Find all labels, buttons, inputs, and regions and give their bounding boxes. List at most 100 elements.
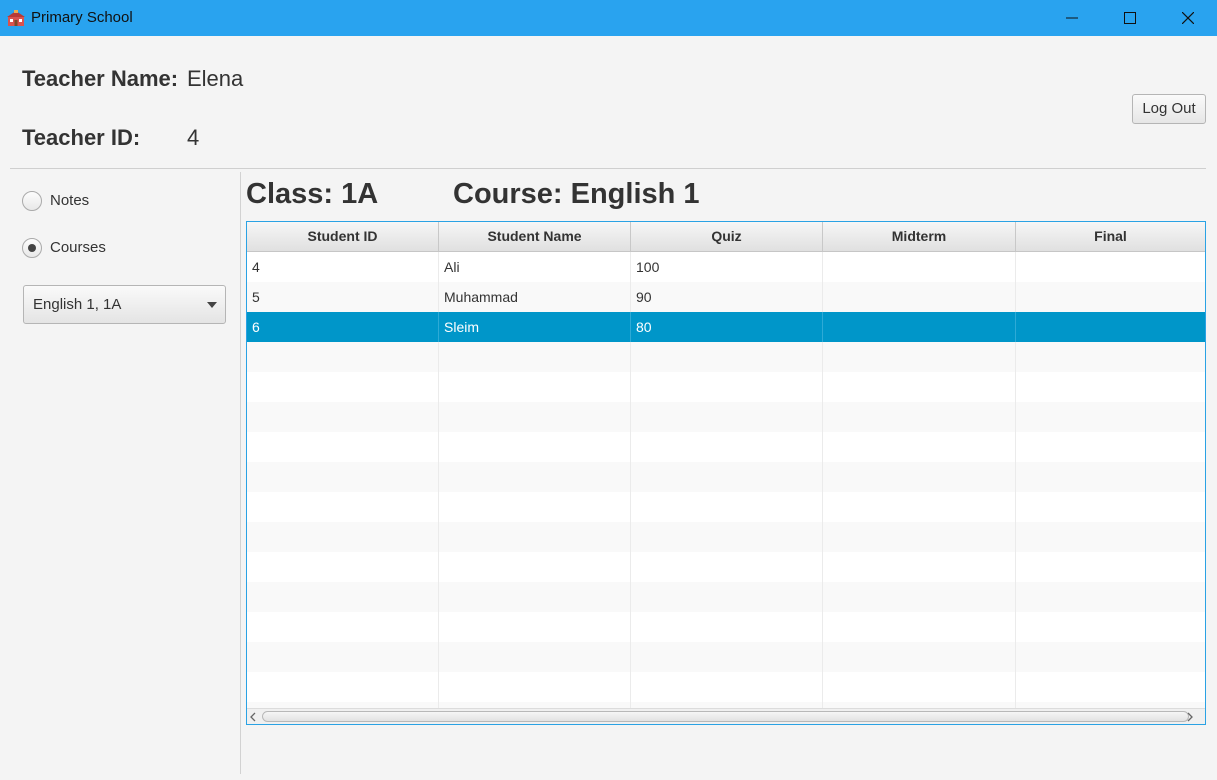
table-row[interactable]: 5 Muhammad 90 (247, 282, 1205, 312)
notes-radio-option[interactable]: Notes (22, 191, 142, 213)
empty-cell (823, 522, 1016, 552)
column-header-quiz[interactable]: Quiz (631, 222, 823, 251)
column-header-midterm[interactable]: Midterm (823, 222, 1016, 251)
empty-cell (823, 342, 1016, 372)
radio-selected-dot (28, 244, 36, 252)
cell-student-name[interactable]: Muhammad (439, 282, 631, 312)
empty-cell (439, 372, 631, 402)
empty-cell (823, 402, 1016, 432)
cell-quiz[interactable]: 80 (631, 312, 823, 342)
empty-cell (1016, 402, 1205, 432)
empty-cell (247, 612, 439, 642)
cell-final[interactable] (1016, 282, 1205, 312)
logout-button[interactable]: Log Out (1132, 94, 1206, 124)
horizontal-scrollbar[interactable] (247, 708, 1205, 724)
empty-cell (631, 672, 823, 702)
empty-table-row (247, 642, 1205, 672)
empty-cell (631, 432, 823, 462)
empty-cell (247, 402, 439, 432)
grades-table[interactable]: Student ID Student Name Quiz Midterm Fin… (246, 221, 1206, 725)
cell-quiz[interactable]: 90 (631, 282, 823, 312)
empty-cell (439, 642, 631, 672)
empty-cell (631, 402, 823, 432)
sidebar-divider (240, 172, 241, 774)
empty-cell (247, 672, 439, 702)
empty-cell (823, 462, 1016, 492)
maximize-button[interactable] (1101, 0, 1159, 36)
empty-cell (439, 432, 631, 462)
empty-table-row (247, 342, 1205, 372)
empty-table-row (247, 612, 1205, 642)
courses-radio[interactable] (22, 238, 42, 258)
maximize-icon (1124, 12, 1136, 24)
column-header-student-id[interactable]: Student ID (247, 222, 439, 251)
empty-cell (823, 672, 1016, 702)
minimize-button[interactable] (1043, 0, 1101, 36)
scroll-left-icon[interactable] (249, 712, 257, 722)
cell-student-id[interactable]: 6 (247, 312, 439, 342)
empty-cell (631, 462, 823, 492)
empty-cell (823, 642, 1016, 672)
scroll-right-icon[interactable] (1186, 712, 1194, 722)
empty-cell (1016, 642, 1205, 672)
school-icon (7, 10, 25, 26)
empty-table-row (247, 552, 1205, 582)
cell-midterm[interactable] (823, 282, 1016, 312)
window-title: Primary School (31, 9, 133, 26)
empty-cell (1016, 492, 1205, 522)
courses-radio-label: Courses (50, 239, 106, 256)
column-header-student-name[interactable]: Student Name (439, 222, 631, 251)
empty-cell (439, 402, 631, 432)
empty-cell (1016, 612, 1205, 642)
course-select[interactable]: English 1, 1A (23, 285, 226, 324)
empty-cell (439, 582, 631, 612)
cell-student-id[interactable]: 4 (247, 252, 439, 282)
empty-cell (439, 492, 631, 522)
empty-cell (823, 372, 1016, 402)
cell-student-id[interactable]: 5 (247, 282, 439, 312)
empty-cell (631, 342, 823, 372)
scrollbar-thumb[interactable] (262, 711, 1189, 722)
cell-student-name[interactable]: Sleim (439, 312, 631, 342)
chevron-down-icon (207, 302, 217, 308)
close-button[interactable] (1159, 0, 1217, 36)
teacher-name-label: Teacher Name: (22, 66, 179, 91)
header-divider (10, 168, 1206, 169)
empty-cell (247, 642, 439, 672)
empty-cell (631, 522, 823, 552)
empty-cell (247, 372, 439, 402)
cell-midterm[interactable] (823, 252, 1016, 282)
empty-cell (247, 522, 439, 552)
empty-cell (439, 522, 631, 552)
empty-cell (823, 432, 1016, 462)
table-header: Student ID Student Name Quiz Midterm Fin… (247, 222, 1205, 252)
empty-cell (247, 342, 439, 372)
cell-student-name[interactable]: Ali (439, 252, 631, 282)
cell-final[interactable] (1016, 252, 1205, 282)
column-header-final[interactable]: Final (1016, 222, 1205, 251)
empty-table-row (247, 672, 1205, 702)
empty-cell (1016, 672, 1205, 702)
courses-radio-option[interactable]: Courses (22, 238, 142, 260)
empty-cell (631, 372, 823, 402)
empty-cell (823, 582, 1016, 612)
cell-midterm[interactable] (823, 312, 1016, 342)
empty-cell (439, 342, 631, 372)
empty-cell (1016, 582, 1205, 612)
empty-table-row (247, 582, 1205, 612)
empty-cell (823, 552, 1016, 582)
empty-cell (631, 612, 823, 642)
teacher-id-value: 4 (187, 125, 200, 150)
course-select-value: English 1, 1A (33, 296, 122, 313)
close-icon (1182, 12, 1194, 24)
table-row-selected[interactable]: 6 Sleim 80 (247, 312, 1205, 342)
empty-table-row (247, 492, 1205, 522)
cell-quiz[interactable]: 100 (631, 252, 823, 282)
title-bar: Primary School (0, 0, 1217, 36)
notes-radio[interactable] (22, 191, 42, 211)
empty-cell (631, 492, 823, 522)
cell-final[interactable] (1016, 312, 1205, 342)
table-row[interactable]: 4 Ali 100 (247, 252, 1205, 282)
empty-cell (439, 672, 631, 702)
empty-cell (823, 612, 1016, 642)
